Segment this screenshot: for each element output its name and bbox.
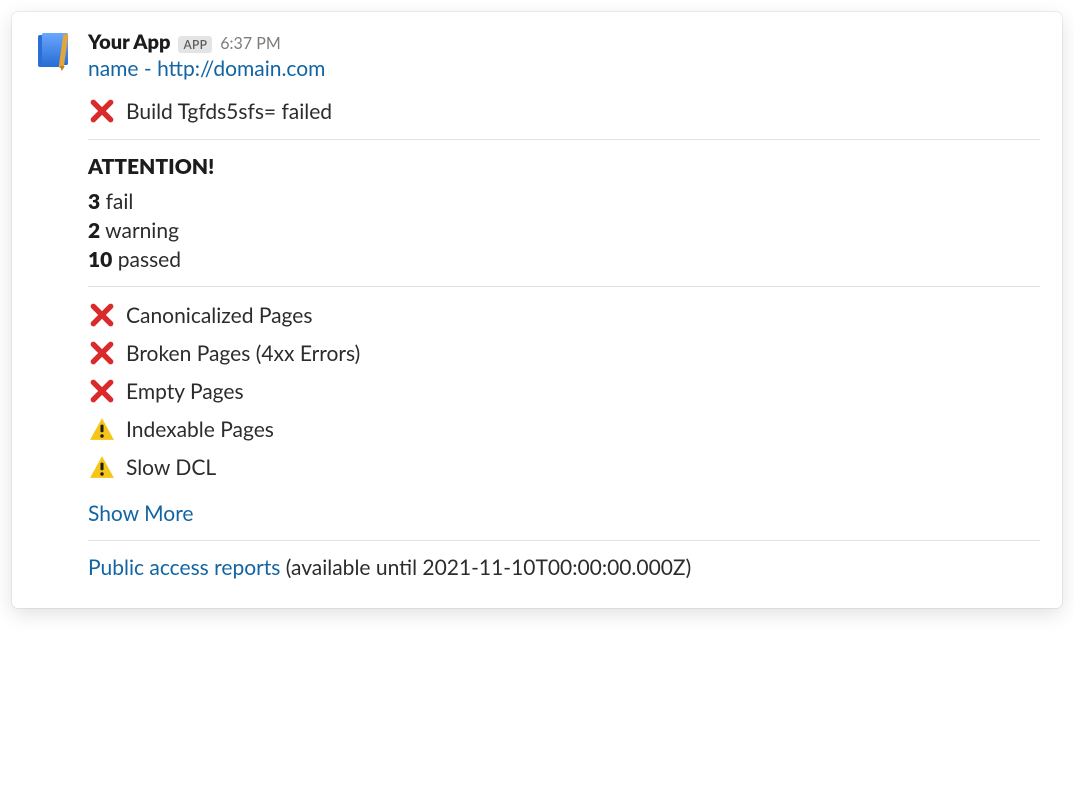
issue-label: Broken Pages (4xx Errors)	[126, 341, 360, 366]
issue-row: Canonicalized Pages	[88, 301, 1040, 329]
cross-icon	[88, 97, 116, 125]
show-more-link[interactable]: Show More	[88, 501, 194, 526]
issue-row: Empty Pages	[88, 377, 1040, 405]
issue-label: Empty Pages	[126, 379, 244, 404]
cross-icon	[88, 301, 116, 329]
build-status-text: Build Tgfds5sfs= failed	[126, 99, 332, 124]
issue-row: Slow DCL	[88, 453, 1040, 481]
attention-stats: 3 fail2 warning10 passed	[88, 189, 1040, 272]
message-title-link[interactable]: name - http://domain.com	[88, 56, 325, 81]
attention-heading: ATTENTION!	[88, 154, 1040, 179]
divider	[88, 540, 1040, 541]
issue-row: Broken Pages (4xx Errors)	[88, 339, 1040, 367]
slack-message-card: Your App APP 6:37 PM name - http://domai…	[12, 12, 1062, 608]
issues-list: Canonicalized Pages Broken Pages (4xx Err…	[88, 301, 1040, 481]
stat-row: 3 fail	[88, 189, 1040, 214]
issue-label: Indexable Pages	[126, 417, 274, 442]
stat-row: 2 warning	[88, 218, 1040, 243]
build-status-row: Build Tgfds5sfs= failed	[88, 97, 1040, 125]
divider	[88, 286, 1040, 287]
stat-count: 3	[88, 189, 100, 214]
app-badge: APP	[178, 36, 212, 53]
message-body: Build Tgfds5sfs= failed ATTENTION! 3 fai…	[88, 97, 1040, 580]
stat-label: fail	[106, 189, 134, 214]
divider	[88, 139, 1040, 140]
message-header: Your App APP 6:37 PM name - http://domai…	[34, 30, 1040, 81]
issue-label: Slow DCL	[126, 455, 216, 480]
issue-row: Indexable Pages	[88, 415, 1040, 443]
warning-icon	[88, 453, 116, 481]
warning-icon	[88, 415, 116, 443]
timestamp: 6:37 PM	[220, 34, 280, 53]
footer-line: Public access reports (available until 2…	[88, 555, 1040, 580]
cross-icon	[88, 377, 116, 405]
app-avatar	[34, 30, 76, 72]
stat-count: 2	[88, 218, 100, 243]
issue-label: Canonicalized Pages	[126, 303, 312, 328]
footer-suffix: (available until 2021-11-10T00:00:00.000…	[280, 555, 691, 580]
stat-label: warning	[105, 218, 179, 243]
bot-name: Your App	[88, 30, 170, 54]
cross-icon	[88, 339, 116, 367]
stat-count: 10	[88, 247, 112, 272]
public-reports-link[interactable]: Public access reports	[88, 555, 280, 580]
stat-row: 10 passed	[88, 247, 1040, 272]
stat-label: passed	[118, 247, 181, 272]
